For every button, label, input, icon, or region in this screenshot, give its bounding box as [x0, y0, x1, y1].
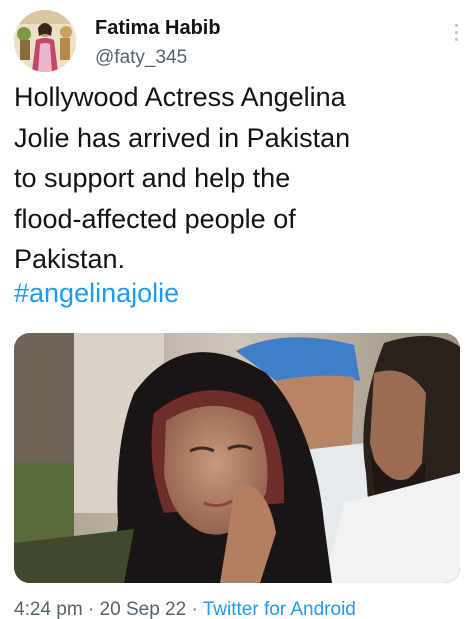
tweet-time[interactable]: 4:24 pm [14, 599, 83, 619]
author-names: Fatima Habib @faty_345 [95, 16, 221, 69]
meta-separator: · [82, 599, 100, 619]
more-options-icon[interactable] [452, 24, 460, 46]
photo-attachment-icon [14, 333, 460, 583]
tweet-text-line: Jolie has arrived in Pakistan [14, 122, 351, 153]
tweet-date[interactable]: 20 Sep 22 [100, 599, 187, 619]
tweet-source-link[interactable]: Twitter for Android [203, 599, 356, 619]
meta-separator: · [186, 599, 203, 619]
hashtag-link[interactable]: #angelinajolie [14, 275, 179, 311]
avatar-photo-icon [14, 10, 76, 72]
avatar[interactable] [14, 10, 76, 72]
tweet-text-line: to support and help the [14, 163, 291, 193]
handle[interactable]: @faty_345 [95, 47, 221, 69]
tweet-header: Fatima Habib @faty_345 [14, 10, 464, 72]
tweet-text-line: Pakistan. [14, 244, 126, 274]
tweet-media[interactable] [14, 333, 460, 583]
tweet-text-line: Hollywood Actress Angelina [14, 82, 346, 112]
display-name[interactable]: Fatima Habib [95, 16, 221, 40]
tweet-text-line: flood-affected people of [14, 203, 296, 234]
tweet-meta: 4:24 pm · 20 Sep 22 · Twitter for Androi… [14, 599, 356, 619]
tweet-text: Hollywood Actress Angelina Jolie has arr… [14, 77, 454, 280]
